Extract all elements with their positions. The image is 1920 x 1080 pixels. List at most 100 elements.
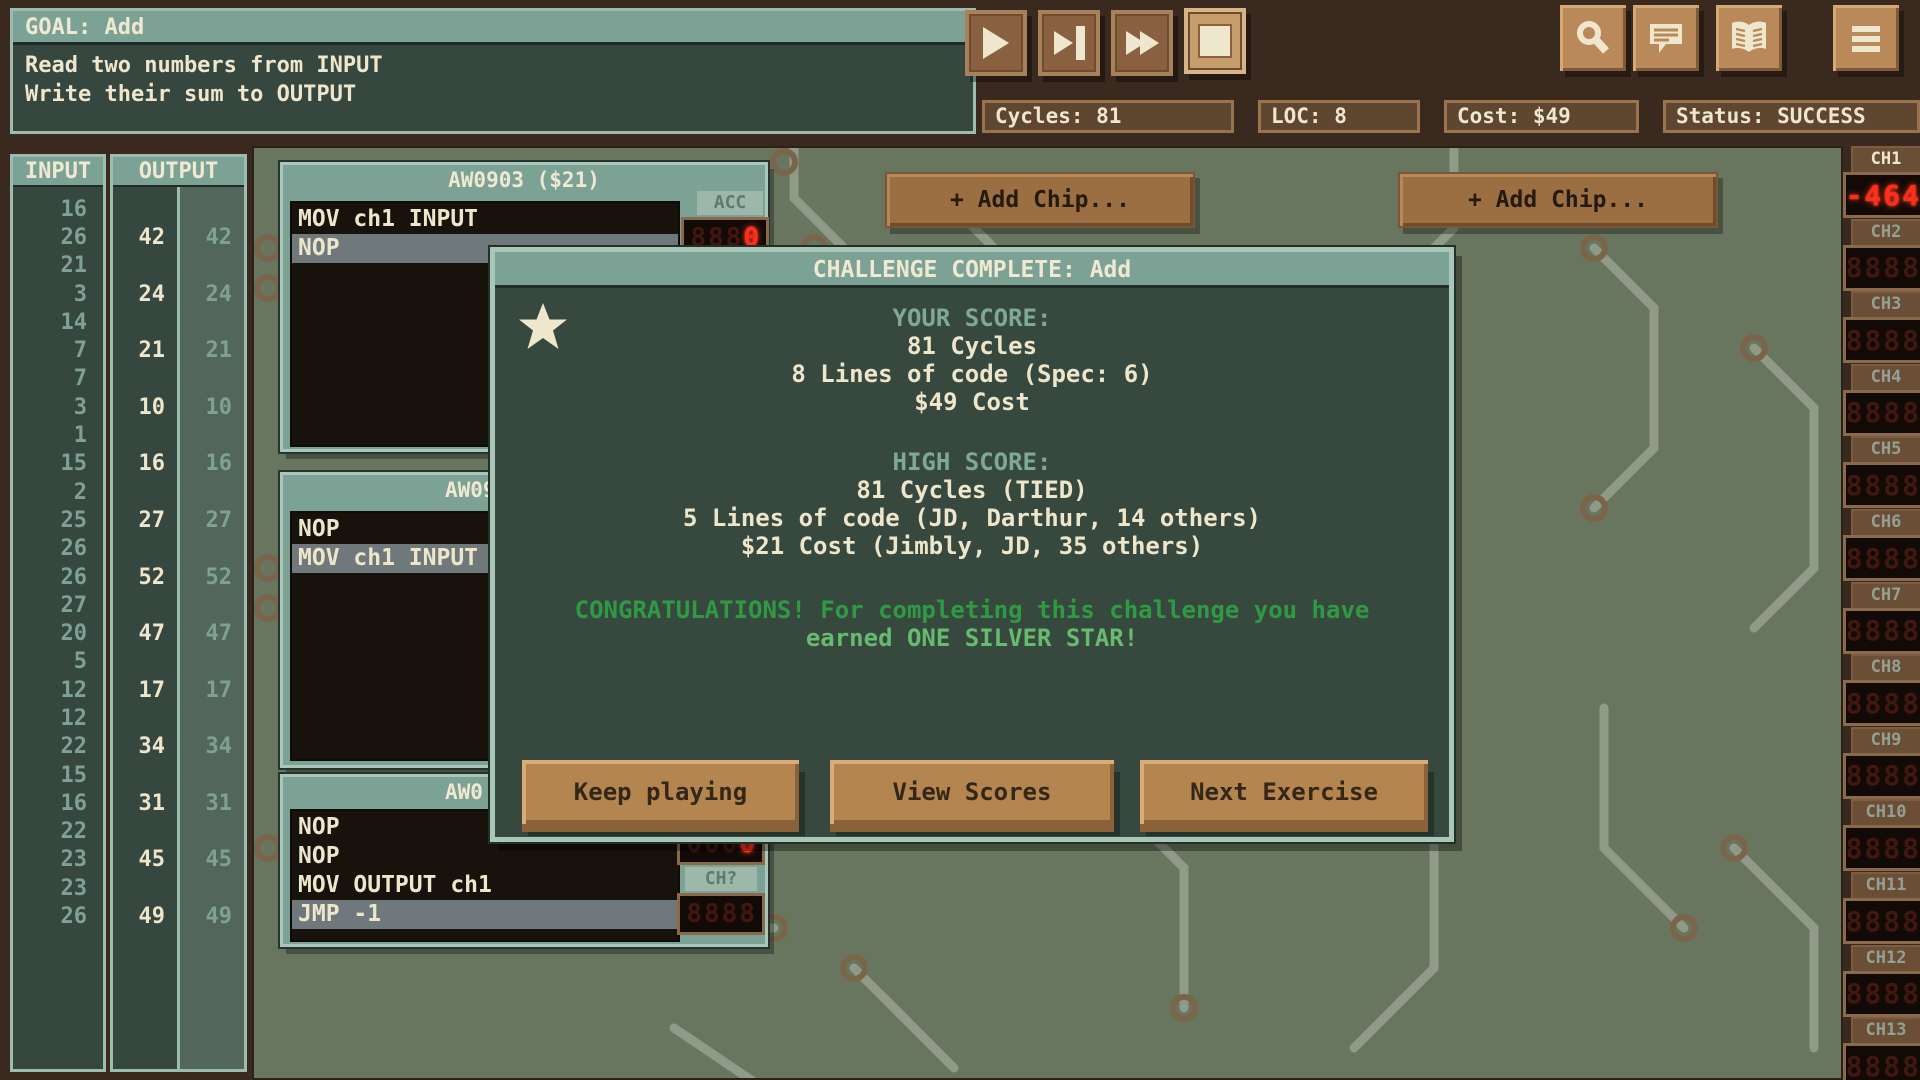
output-expected-value: 16 xyxy=(180,450,244,478)
input-header: INPUT xyxy=(13,157,103,187)
input-value: 22 xyxy=(13,818,103,846)
add-chip-button-2[interactable]: + Add Chip... xyxy=(1398,172,1718,228)
output-actual-value: 47 xyxy=(113,619,177,647)
input-value: 26 xyxy=(13,902,103,930)
channel-display: 8888 xyxy=(1843,462,1920,508)
output-expected-value xyxy=(180,818,244,846)
channel-tab: CH13 xyxy=(1851,1017,1920,1043)
play-icon xyxy=(983,27,1009,59)
your-score-loc: 8 Lines of code (Spec: 6) xyxy=(495,360,1449,388)
output-expected-value: 10 xyxy=(180,393,244,421)
high-score-header: HIGH SCORE: xyxy=(495,448,1449,476)
channel-display: 8888 xyxy=(1843,825,1920,871)
input-value: 27 xyxy=(13,591,103,619)
channel-tab: CH3 xyxy=(1851,291,1920,317)
input-value: 12 xyxy=(13,704,103,732)
stop-icon xyxy=(1198,24,1232,58)
channel-display: 8888 xyxy=(1843,390,1920,436)
channel-tab: CH7 xyxy=(1851,582,1920,608)
output-actual-value: 21 xyxy=(113,336,177,364)
input-value: 26 xyxy=(13,535,103,563)
input-value: 2 xyxy=(13,478,103,506)
input-value: 7 xyxy=(13,336,103,364)
input-value: 22 xyxy=(13,733,103,761)
acc-label: ACC xyxy=(697,191,763,215)
output-actual-value: 42 xyxy=(113,223,177,251)
channel-tab: CH1 xyxy=(1851,146,1920,172)
input-value: 12 xyxy=(13,676,103,704)
step-forward-icon xyxy=(1054,31,1073,55)
fast-forward-button[interactable] xyxy=(1111,10,1173,76)
output-actual-value: 45 xyxy=(113,846,177,874)
add-chip-button-1[interactable]: + Add Chip... xyxy=(885,172,1195,228)
channel-display: -464 xyxy=(1843,172,1920,218)
keep-playing-button[interactable]: Keep playing xyxy=(522,760,799,824)
input-value: 14 xyxy=(13,308,103,336)
input-value: 23 xyxy=(13,874,103,902)
chat-icon xyxy=(1645,17,1687,59)
output-expected-value: 31 xyxy=(180,789,244,817)
input-value: 21 xyxy=(13,252,103,280)
dialog-title: CHALLENGE COMPLETE: Add xyxy=(495,252,1449,288)
channel-ch5: CH58888 xyxy=(1843,436,1920,508)
channel-ch12: CH128888 xyxy=(1843,945,1920,1017)
input-value: 1 xyxy=(13,421,103,449)
input-value: 16 xyxy=(13,195,103,223)
goal-title: GOAL: Add xyxy=(13,11,973,45)
play-button[interactable] xyxy=(965,10,1027,76)
code-line[interactable]: MOV OUTPUT ch1 xyxy=(292,871,678,900)
code-line[interactable]: JMP -1 xyxy=(292,900,678,929)
output-expected-value xyxy=(180,704,244,732)
congrats-line-1: CONGRATULATIONS! For completing this cha… xyxy=(495,596,1449,624)
output-expected-value xyxy=(180,365,244,393)
menu-button[interactable] xyxy=(1833,5,1899,71)
output-expected-value xyxy=(180,761,244,789)
channel-tab: CH8 xyxy=(1851,654,1920,680)
next-exercise-button[interactable]: Next Exercise xyxy=(1140,760,1428,824)
channel-display: 8888 xyxy=(1843,680,1920,726)
input-panel: INPUT 1626213147731152252626272051212221… xyxy=(10,154,106,1072)
output-expected-value: 34 xyxy=(180,733,244,761)
channel-display: 8888 xyxy=(1843,898,1920,944)
output-actual-value xyxy=(113,591,177,619)
search-button[interactable] xyxy=(1560,5,1626,71)
input-value: 20 xyxy=(13,619,103,647)
search-icon xyxy=(1572,17,1614,59)
output-expected-value xyxy=(180,421,244,449)
channel-ch1: CH1-464 xyxy=(1843,146,1920,218)
output-actual-value xyxy=(113,818,177,846)
channel-ch4: CH48888 xyxy=(1843,364,1920,436)
challenge-complete-dialog: CHALLENGE COMPLETE: Add YOUR SCORE: 81 C… xyxy=(490,247,1454,842)
your-score-cycles: 81 Cycles xyxy=(495,332,1449,360)
stop-button[interactable] xyxy=(1184,8,1246,74)
output-actual-value xyxy=(113,365,177,393)
input-value: 15 xyxy=(13,450,103,478)
input-value: 26 xyxy=(13,223,103,251)
goal-panel: GOAL: Add Read two numbers from INPUT Wr… xyxy=(10,8,976,134)
output-expected-value: 24 xyxy=(180,280,244,308)
channel-ch9: CH98888 xyxy=(1843,727,1920,799)
game-screen: GOAL: Add Read two numbers from INPUT Wr… xyxy=(0,0,1920,1080)
high-score-loc: 5 Lines of code (JD, Darthur, 14 others) xyxy=(495,504,1449,532)
output-expected-value: 45 xyxy=(180,846,244,874)
output-actual-value xyxy=(113,252,177,280)
step-button[interactable] xyxy=(1038,10,1100,76)
code-line[interactable]: NOP xyxy=(292,842,678,871)
output-expected-value xyxy=(180,252,244,280)
channel-tab: CH11 xyxy=(1851,872,1920,898)
manual-button[interactable] xyxy=(1716,5,1782,71)
code-line[interactable]: MOV ch1 INPUT xyxy=(292,205,678,234)
view-scores-button[interactable]: View Scores xyxy=(830,760,1114,824)
output-actual-value xyxy=(113,478,177,506)
output-actual-value xyxy=(113,535,177,563)
channel-tab: CH12 xyxy=(1851,945,1920,971)
output-expected-value: 52 xyxy=(180,563,244,591)
output-actual-value xyxy=(113,421,177,449)
channel-tab: CH5 xyxy=(1851,436,1920,462)
input-value: 5 xyxy=(13,648,103,676)
chat-button[interactable] xyxy=(1633,5,1699,71)
channel-ch10: CH108888 xyxy=(1843,799,1920,871)
channel-tab: CH10 xyxy=(1851,799,1920,825)
channel-ch7: CH78888 xyxy=(1843,582,1920,654)
goal-line-1: Read two numbers from INPUT xyxy=(25,51,961,80)
